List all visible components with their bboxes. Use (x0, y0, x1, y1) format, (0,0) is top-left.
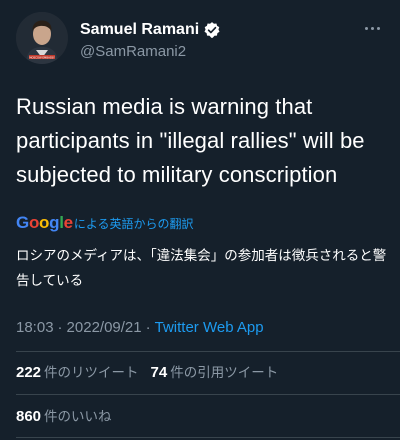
quotes-count: 74 (150, 364, 168, 381)
more-options-icon[interactable] (362, 18, 382, 38)
verified-badge-icon (203, 21, 221, 39)
display-name[interactable]: Samuel Ramani (80, 21, 199, 39)
divider (16, 394, 400, 395)
translated-text: ロシアのメディアは、「違法集会」の参加者は徴兵されると警告している (16, 248, 387, 289)
tweet-date[interactable]: 2022/09/21 (67, 319, 142, 336)
engagement-stats: 222 件のリツイート 74 件の引用ツイート (16, 360, 290, 382)
likes-count: 860 (16, 408, 42, 425)
user-handle[interactable]: @SamRamani2 (80, 43, 186, 60)
avatar-image: MOSCOW EMBASSY (16, 12, 68, 64)
tweet-time[interactable]: 18:03 (16, 319, 54, 336)
likes-label: 件のいいね (44, 409, 112, 425)
name-row: Samuel Ramani (80, 20, 221, 40)
meta-separator: · (57, 318, 63, 336)
translation-attribution[interactable]: Google による英語からの翻訳 (16, 212, 193, 234)
avatar[interactable]: MOSCOW EMBASSY (16, 12, 68, 64)
google-logo: Google (16, 213, 73, 232)
translation-label[interactable]: による英語からの翻訳 (74, 215, 194, 232)
tweet-detail: MOSCOW EMBASSY Samuel Ramani @SamRamani2… (0, 0, 400, 440)
avatar-caption: MOSCOW EMBASSY (29, 55, 55, 59)
likes-stat[interactable]: 860 件のいいね (16, 405, 112, 425)
divider (16, 437, 400, 438)
tweet-meta: 18:03 · 2022/09/21 · Twitter Web App (16, 316, 264, 338)
quotes-label: 件の引用ツイート (170, 365, 279, 381)
likes-stats: 860 件のいいね (16, 404, 124, 426)
retweets-label: 件のリツイート (44, 365, 139, 381)
retweets-stat[interactable]: 222 件のリツイート (16, 361, 139, 381)
tweet-source[interactable]: Twitter Web App (155, 319, 264, 336)
retweets-count: 222 (16, 364, 42, 381)
tweet-text: Russian media is warning that participan… (16, 94, 365, 187)
tweet-header: MOSCOW EMBASSY Samuel Ramani @SamRamani2 (16, 12, 384, 64)
quotes-stat[interactable]: 74 件の引用ツイート (151, 361, 279, 381)
divider (16, 351, 400, 352)
meta-separator: · (145, 318, 151, 336)
